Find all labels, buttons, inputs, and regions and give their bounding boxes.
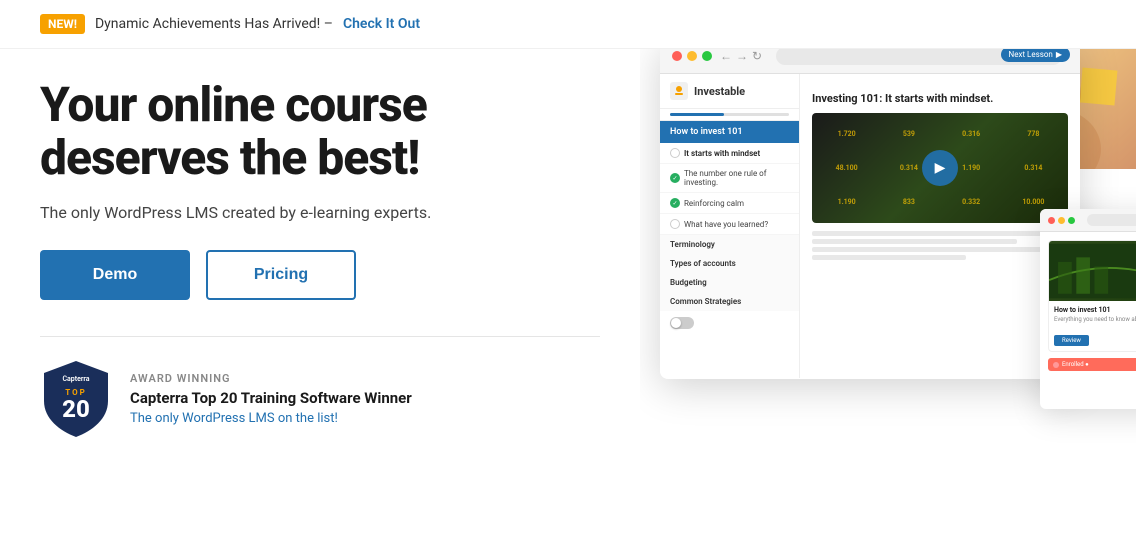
text-line-4 xyxy=(812,255,966,260)
right-visual: ← → ↻ xyxy=(640,49,1136,543)
lms-course-title: How to invest 101 xyxy=(660,121,799,143)
small-browser-content: Enrolled How to invest 101 Everything yo xyxy=(1040,232,1136,379)
card-body: How to invest 101 Everything you need to… xyxy=(1049,301,1136,351)
lesson-item-4[interactable]: What have you learned? xyxy=(660,214,799,235)
small-window-controls xyxy=(1048,217,1075,224)
num-5: 48.100 xyxy=(816,151,877,184)
num-1: 1.720 xyxy=(816,117,877,150)
section-divider xyxy=(40,336,600,337)
lesson-item-3[interactable]: ✓ Reinforcing calm xyxy=(660,193,799,214)
lms-logo-text: Investable xyxy=(694,85,745,98)
award-subtitle: The only WordPress LMS on the list! xyxy=(130,411,412,426)
course-card: Enrolled How to invest 101 Everything yo xyxy=(1048,240,1136,352)
logo-icon xyxy=(670,82,688,100)
lms-main-content: Next Lesson ▶ Investing 101: It starts w… xyxy=(800,74,1080,378)
text-line-1 xyxy=(812,231,1068,236)
banner-text: Dynamic Achievements Has Arrived! – xyxy=(95,16,333,32)
lesson-check-2: ✓ xyxy=(670,173,680,183)
lesson-check-3: ✓ xyxy=(670,198,680,208)
content-text xyxy=(812,231,1068,260)
enrolled-tag: Enrolled ● xyxy=(1048,358,1136,371)
num-4: 778 xyxy=(1003,117,1064,150)
lesson-check-4 xyxy=(670,219,680,229)
section-budgeting[interactable]: Budgeting xyxy=(660,273,799,292)
card-desc: Everything you need to know about invest… xyxy=(1054,316,1136,323)
banner-link[interactable]: Check It Out xyxy=(343,16,420,32)
section-terminology[interactable]: Terminology xyxy=(660,235,799,254)
content-title: Investing 101: It starts with mindset. xyxy=(812,92,1068,105)
svg-text:Capterra: Capterra xyxy=(62,375,89,383)
lesson-item-1[interactable]: It starts with mindset xyxy=(660,143,799,164)
browser-window-main: ← → ↻ xyxy=(660,49,1080,379)
num-2: 539 xyxy=(878,117,939,150)
announcement-banner: NEW! Dynamic Achievements Has Arrived! –… xyxy=(0,0,1136,49)
video-thumbnail[interactable]: 1.720 539 0.316 778 48.100 0.314 1.190 0… xyxy=(812,113,1068,223)
enrolled-dot xyxy=(1053,362,1059,368)
lesson-label-4: What have you learned? xyxy=(684,220,768,229)
section-strategies[interactable]: Common Strategies xyxy=(660,292,799,311)
svg-text:20: 20 xyxy=(62,395,90,423)
demo-button[interactable]: Demo xyxy=(40,250,190,300)
play-button[interactable]: ▶ xyxy=(922,150,958,186)
award-title: Capterra Top 20 Training Software Winner xyxy=(130,389,412,407)
capterra-badge: Capterra TOP 20 xyxy=(40,359,112,439)
num-10: 833 xyxy=(878,186,939,219)
small-browser-toolbar: ↻ xyxy=(1040,209,1136,232)
num-3: 0.316 xyxy=(941,117,1002,150)
lms-toggle[interactable] xyxy=(670,317,694,329)
text-line-3 xyxy=(812,247,1068,252)
award-label: AWARD WINNING xyxy=(130,372,412,385)
num-11: 0.332 xyxy=(941,186,1002,219)
cta-buttons: Demo Pricing xyxy=(40,250,600,300)
text-line-2 xyxy=(812,239,1017,244)
left-content: Your online course deserves the best! Th… xyxy=(0,49,640,543)
lms-logo: Investable xyxy=(660,74,799,109)
window-controls xyxy=(672,51,712,61)
pricing-button[interactable]: Pricing xyxy=(206,250,356,300)
card-review-btn[interactable]: Review xyxy=(1054,335,1089,346)
lesson-item-2[interactable]: ✓ The number one rule of investing. xyxy=(660,164,799,193)
lesson-check-1 xyxy=(670,148,680,158)
lms-interface: Investable How to invest 101 It starts w… xyxy=(660,74,1080,378)
lesson-label-2: The number one rule of investing. xyxy=(684,169,789,187)
small-close-dot xyxy=(1048,217,1055,224)
new-badge: NEW! xyxy=(40,14,85,34)
lesson-label-1: It starts with mindset xyxy=(684,149,760,158)
card-image: Enrolled xyxy=(1049,241,1136,301)
num-8: 0.314 xyxy=(1003,151,1064,184)
award-section: Capterra TOP 20 AWARD WINNING Capterra T… xyxy=(40,359,600,439)
num-9: 1.190 xyxy=(816,186,877,219)
maximize-dot xyxy=(702,51,712,61)
back-icon: ← xyxy=(720,49,732,63)
small-minimize-dot xyxy=(1058,217,1065,224)
small-url-bar xyxy=(1087,214,1136,226)
lms-sidebar: Investable How to invest 101 It starts w… xyxy=(660,74,800,378)
award-text: AWARD WINNING Capterra Top 20 Training S… xyxy=(130,372,412,426)
card-title: How to invest 101 xyxy=(1054,306,1136,314)
browser-window-small: ↻ Enrolled xyxy=(1040,209,1136,409)
minimize-dot xyxy=(687,51,697,61)
section-types[interactable]: Types of accounts xyxy=(660,254,799,273)
forward-icon: → xyxy=(736,49,748,63)
close-dot xyxy=(672,51,682,61)
hero-title: Your online course deserves the best! xyxy=(40,79,600,185)
refresh-icon: ↻ xyxy=(752,49,762,63)
lesson-label-3: Reinforcing calm xyxy=(684,199,744,208)
small-maximize-dot xyxy=(1068,217,1075,224)
main-container: Your online course deserves the best! Th… xyxy=(0,49,1136,543)
browser-nav: ← → ↻ xyxy=(720,49,762,63)
hero-subtitle: The only WordPress LMS created by e-lear… xyxy=(40,203,600,222)
enrolled-text: Enrolled ● xyxy=(1062,361,1089,368)
toggle-thumb xyxy=(671,318,681,328)
